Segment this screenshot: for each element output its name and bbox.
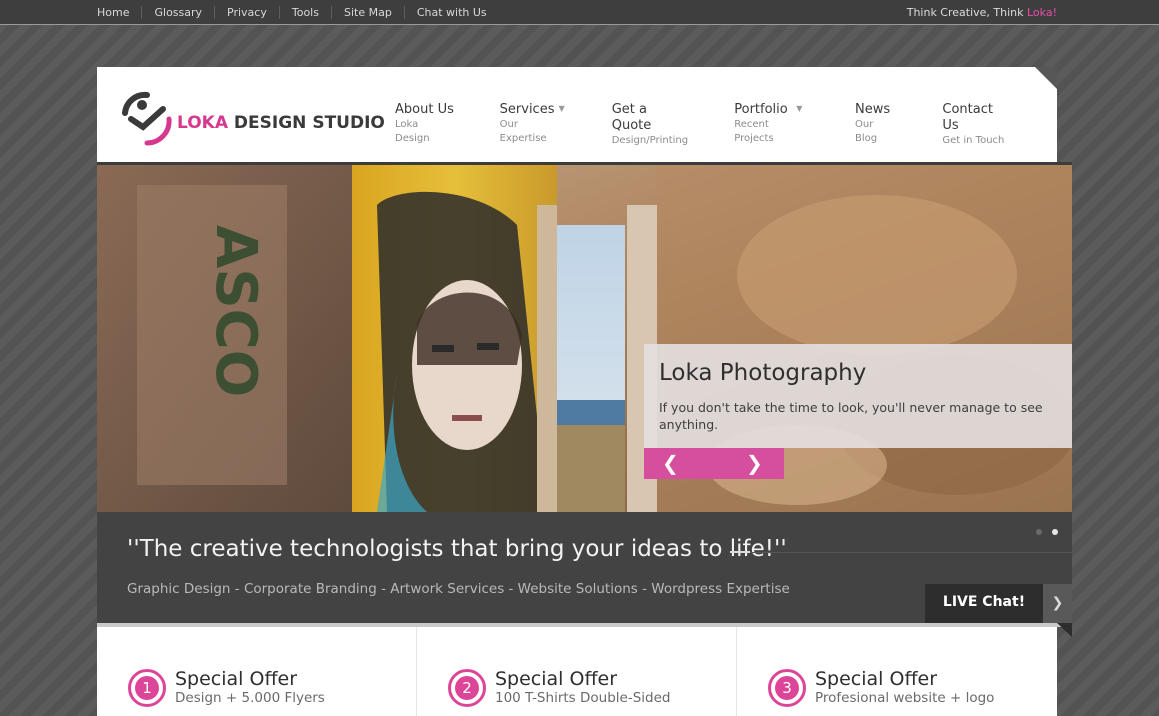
quote-dash	[730, 551, 750, 553]
nav-title: Get a Quote	[611, 102, 652, 133]
logo-text-rest: DESIGN STUDIO	[228, 113, 385, 133]
offer-number: 2	[455, 676, 479, 700]
offer-card[interactable]: 2 Special Offer 100 T-Shirts Double-Side…	[417, 627, 737, 716]
offer-title: Special Offer	[815, 668, 938, 690]
offer-card[interactable]: 3 Special Offer Profesional website + lo…	[737, 627, 1057, 716]
tagline-brand: Loka!	[1027, 6, 1057, 19]
slide-caption-title: Loka Photography	[659, 360, 867, 386]
offer-card[interactable]: 1 Special Offer Design + 5.000 Flyers	[97, 627, 417, 716]
graffiti-text: ASCO	[203, 225, 268, 397]
tagline-band: ''The creative technologists that bring …	[97, 512, 1072, 623]
slider-pagination	[1026, 529, 1058, 535]
offers-section: 1 Special Offer Design + 5.000 Flyers 2 …	[97, 627, 1057, 716]
nav-title: Services	[499, 102, 555, 117]
offer-title: Special Offer	[495, 668, 618, 690]
top-link-tools[interactable]: Tools	[278, 6, 331, 19]
nav-item-get-a-quote[interactable]: Get a Quote Design/Printing	[612, 102, 691, 148]
nav-subtitle: Get in Touch	[942, 135, 1005, 146]
top-link-site-map[interactable]: Site Map	[330, 6, 404, 19]
nav-subtitle: Design/Printing	[611, 135, 689, 146]
logo-text[interactable]: LOKA DESIGN STUDIO	[177, 113, 385, 133]
main-nav: About Us Loka Design Services Our Expert…	[395, 102, 1057, 148]
slide-arrows: ❮ ❯	[644, 448, 784, 479]
top-bar: Home Glossary Privacy Tools Site Map Cha…	[0, 0, 1159, 25]
slider-dot-2[interactable]	[1052, 529, 1058, 535]
nav-subtitle: Loka Design	[395, 119, 430, 144]
nav-subtitle: Recent Projects	[734, 119, 774, 144]
nav-title: News	[855, 102, 891, 117]
caret-down-icon: ▼	[558, 104, 565, 113]
offer-number-badge: 3	[768, 669, 806, 707]
nav-item-about-us[interactable]: About Us Loka Design	[395, 102, 456, 148]
nav-item-services[interactable]: Services Our Expertise ▼	[500, 102, 568, 148]
nav-subtitle: Our Expertise	[499, 119, 547, 144]
offer-number: 1	[135, 676, 159, 700]
nav-title: About Us	[395, 102, 454, 117]
logo-mark-icon	[122, 91, 172, 146]
top-link-glossary[interactable]: Glossary	[141, 6, 214, 19]
band-fold	[1057, 623, 1072, 637]
live-chat-button[interactable]: LIVE Chat!	[925, 584, 1043, 623]
header-corner-fold	[1035, 67, 1057, 89]
nav-item-portfolio[interactable]: Portfolio Recent Projects ▼	[734, 102, 811, 148]
nav-subtitle: Our Blog	[855, 119, 878, 144]
offer-title: Special Offer	[175, 668, 298, 690]
quote-rule	[750, 552, 1072, 553]
offer-subtitle: Design + 5.000 Flyers	[175, 690, 325, 706]
logo-text-accent: LOKA	[177, 113, 229, 133]
chevron-right-icon[interactable]: ❯	[746, 452, 763, 474]
slide-caption: Loka Photography If you don't take the t…	[644, 344, 1072, 448]
slider-dot-1[interactable]	[1036, 529, 1042, 535]
offer-number: 3	[775, 676, 799, 700]
nav-item-contact-us[interactable]: Contact Us Get in Touch	[942, 102, 1013, 148]
offer-number-badge: 1	[128, 669, 166, 707]
offer-number-badge: 2	[448, 669, 486, 707]
tagline-text: Think Creative, Think	[906, 6, 1027, 19]
site-header: LOKA DESIGN STUDIO About Us Loka Design …	[97, 67, 1057, 162]
hero-photo: ASCO	[97, 165, 1072, 512]
top-link-chat[interactable]: Chat with Us	[403, 6, 499, 19]
band-quote: ''The creative technologists that bring …	[127, 536, 787, 562]
caret-down-icon: ▼	[796, 104, 803, 113]
services-list: Graphic Design - Corporate Branding - Ar…	[127, 581, 790, 597]
chevron-left-icon[interactable]: ❮	[662, 452, 679, 474]
top-link-privacy[interactable]: Privacy	[214, 6, 279, 19]
tagline: Think Creative, Think Loka!	[907, 6, 1057, 19]
chevron-right-icon[interactable]: ❯	[1043, 584, 1072, 623]
slide-caption-text: If you don't take the time to look, you'…	[659, 400, 1043, 432]
hero-slider: ASCO Loka Photography If you don't take …	[97, 162, 1072, 512]
offer-subtitle: 100 T-Shirts Double-Sided	[495, 690, 671, 706]
nav-item-news[interactable]: News Our Blog	[855, 102, 898, 148]
top-link-home[interactable]: Home	[97, 6, 141, 19]
offer-subtitle: Profesional website + logo	[815, 690, 995, 706]
top-nav: Home Glossary Privacy Tools Site Map Cha…	[97, 0, 499, 25]
nav-title: Contact Us	[942, 102, 993, 133]
